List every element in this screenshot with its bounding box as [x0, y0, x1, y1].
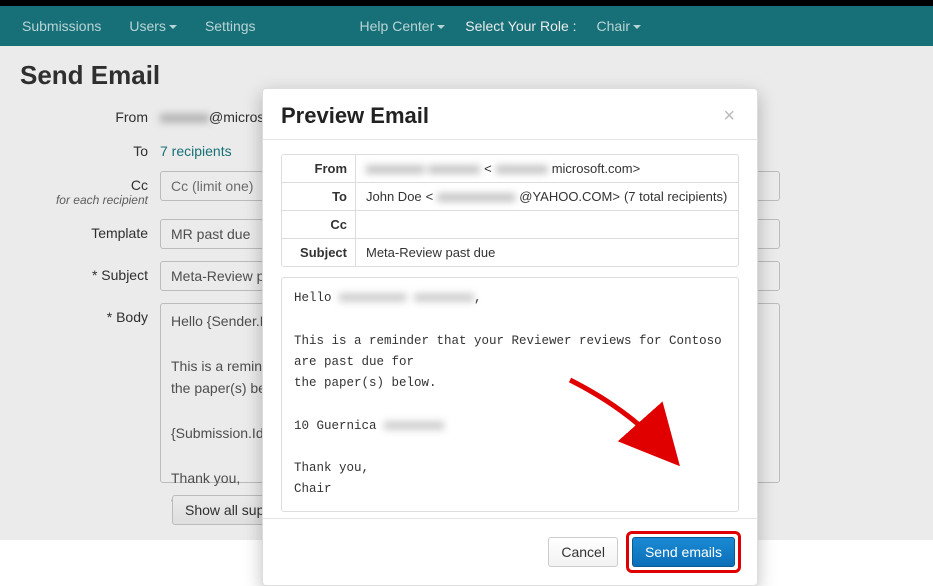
preview-signoff: Thank you, Chair [294, 461, 369, 496]
preview-item-redacted: xxxxxxxx [384, 416, 444, 437]
preview-to-name: John Doe [366, 189, 422, 204]
modal-title: Preview Email [281, 103, 429, 129]
send-emails-button[interactable]: Send emails [632, 537, 735, 567]
preview-greeting-prefix: Hello [294, 291, 339, 305]
cancel-button[interactable]: Cancel [548, 537, 618, 567]
preview-cc-value [356, 211, 738, 238]
preview-body: Hello xxxxxxxxx xxxxxxxx, This is a remi… [281, 277, 739, 512]
preview-from-value: xxxxxxxxx xxxxxxxx <xxxxxxxxmicrosoft.co… [356, 155, 738, 182]
preview-greeting-suffix: , [474, 291, 482, 305]
preview-to-suffix: (7 total recipients) [624, 189, 727, 204]
preview-headers: From xxxxxxxxx xxxxxxxx <xxxxxxxxmicroso… [281, 154, 739, 267]
preview-greeting-redacted: xxxxxxxxx xxxxxxxx [339, 288, 474, 309]
preview-subject-value: Meta-Review past due [356, 239, 738, 266]
preview-to-domain: @YAHOO.COM> [519, 189, 620, 204]
preview-from-domain: microsoft.com> [552, 161, 641, 176]
preview-to-label: To [282, 183, 356, 210]
preview-from-label: From [282, 155, 356, 182]
preview-email-modal: Preview Email × From xxxxxxxxx xxxxxxxx … [262, 88, 758, 586]
preview-to-value: John Doe <xxxxxxxxxxxx@YAHOO.COM> (7 tot… [356, 183, 738, 210]
preview-item-prefix: 10 Guernica [294, 419, 384, 433]
preview-paragraph: This is a reminder that your Reviewer re… [294, 334, 729, 391]
preview-to-redacted: xxxxxxxxxxxx [437, 189, 515, 204]
preview-subject-label: Subject [282, 239, 356, 266]
preview-cc-label: Cc [282, 211, 356, 238]
preview-from-redacted1: xxxxxxxxx xxxxxxxx [366, 161, 480, 176]
send-highlight: Send emails [626, 531, 741, 573]
preview-from-redacted2: xxxxxxxx [496, 161, 548, 176]
close-icon[interactable]: × [719, 105, 739, 128]
